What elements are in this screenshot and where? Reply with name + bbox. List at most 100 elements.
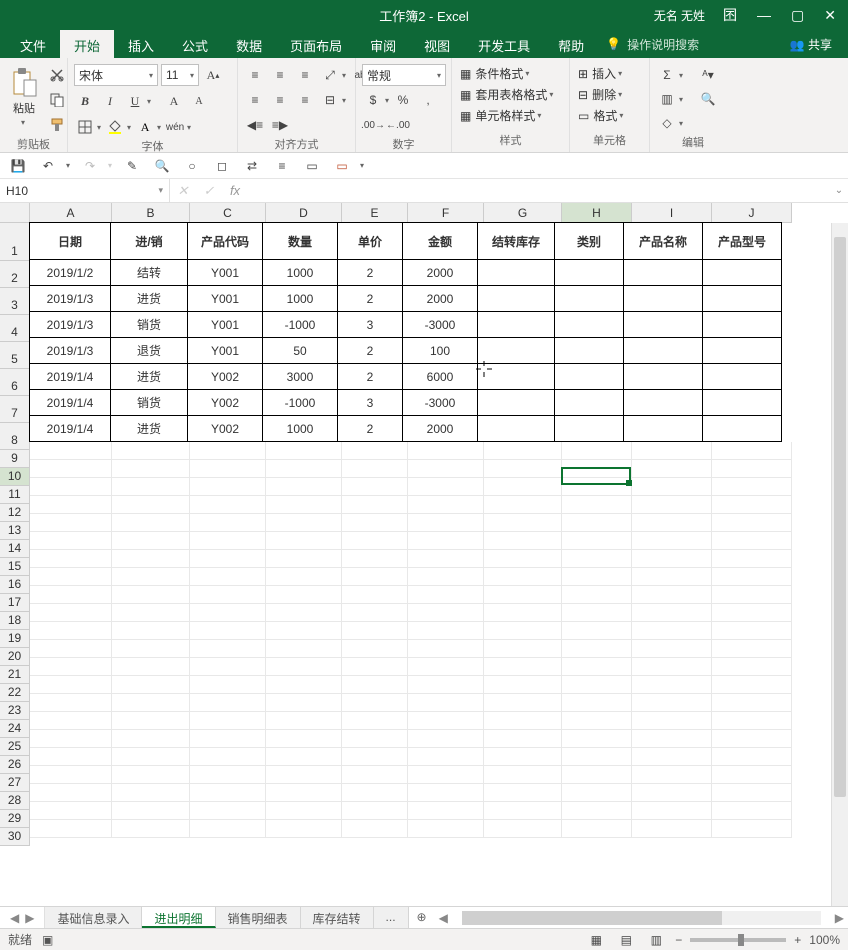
column-header[interactable]: C [190,203,266,223]
cell[interactable] [190,730,266,748]
cell[interactable] [623,311,703,338]
decrease-decimal-button[interactable]: ←.00 [387,114,409,136]
expand-formula-bar-button[interactable]: ⌄ [830,185,848,196]
cell[interactable] [266,478,342,496]
cell[interactable] [712,442,792,460]
fx-button[interactable]: fx [222,183,248,198]
qat-button-5[interactable]: ⇄ [242,156,262,176]
cell[interactable] [30,730,112,748]
cell[interactable] [408,622,484,640]
row-header[interactable]: 26 [0,756,30,774]
cell[interactable]: 产品代码 [187,222,263,260]
accounting-button[interactable]: $ [362,89,384,111]
cell[interactable]: 3 [337,311,403,338]
ribbon-tab[interactable]: 审阅 [356,30,410,58]
cell[interactable] [554,311,624,338]
minimize-icon[interactable]: — [749,3,779,27]
undo-button[interactable]: ↶ [38,156,58,176]
cell[interactable] [484,604,562,622]
user-name[interactable]: 无名 无姓 [648,3,711,28]
cell[interactable] [712,568,792,586]
cell[interactable] [112,442,190,460]
cell[interactable]: 金额 [402,222,478,260]
scroll-left-icon[interactable]: ◀ [439,911,448,925]
row-header[interactable]: 28 [0,792,30,810]
cell[interactable] [632,514,712,532]
row-header[interactable]: 21 [0,666,30,684]
cell[interactable]: 2000 [402,259,478,286]
cell[interactable] [190,694,266,712]
cell[interactable] [190,532,266,550]
horizontal-scrollbar[interactable]: ◀ ▶ [435,907,848,928]
cell[interactable] [408,604,484,622]
cell[interactable] [30,802,112,820]
cell[interactable] [712,622,792,640]
column-header[interactable]: A [30,203,112,223]
row-header[interactable]: 29 [0,810,30,828]
cell[interactable] [702,337,782,364]
cell[interactable] [342,730,408,748]
clear-button[interactable]: ◇ [656,112,678,134]
cell[interactable] [712,748,792,766]
cell[interactable] [190,442,266,460]
sheet-tab[interactable]: 销售明细表 [216,907,301,928]
cell[interactable]: 50 [262,337,338,364]
cell[interactable] [702,389,782,416]
cell[interactable] [342,658,408,676]
cell[interactable] [562,784,632,802]
cell[interactable] [562,694,632,712]
format-table-button[interactable]: ▦套用表格格式▾ [458,85,555,104]
cell[interactable] [554,337,624,364]
cell[interactable]: Y002 [187,389,263,416]
ribbon-tab[interactable]: 开发工具 [464,30,544,58]
cell[interactable] [623,285,703,312]
cell[interactable] [408,658,484,676]
cell[interactable] [30,622,112,640]
cell[interactable] [30,550,112,568]
align-top-button[interactable]: ≡ [244,64,266,86]
cell[interactable] [562,604,632,622]
row-header[interactable]: 24 [0,720,30,738]
cell[interactable] [30,784,112,802]
row-header[interactable]: 4 [0,315,30,342]
add-sheet-button[interactable]: ⊕ [409,907,435,928]
cell[interactable] [408,712,484,730]
cell[interactable] [484,460,562,478]
cell[interactable] [623,259,703,286]
row-header[interactable]: 27 [0,774,30,792]
cell[interactable] [712,676,792,694]
increase-font-button[interactable]: A▴ [202,64,224,86]
cell[interactable] [190,622,266,640]
cell[interactable]: -1000 [262,389,338,416]
cell[interactable] [632,640,712,658]
cell[interactable] [30,658,112,676]
cell[interactable] [112,820,190,838]
cell[interactable] [30,442,112,460]
sheet-tab[interactable]: 库存结转 [301,907,374,928]
cell[interactable] [477,337,555,364]
cell[interactable] [112,496,190,514]
cell[interactable] [562,514,632,532]
row-header[interactable]: 14 [0,540,30,558]
cell[interactable] [30,586,112,604]
cell[interactable] [562,478,632,496]
cell[interactable] [484,730,562,748]
row-header[interactable]: 22 [0,684,30,702]
cell[interactable]: Y002 [187,415,263,442]
spreadsheet-grid[interactable]: ABCDEFGHIJ 12345678910111213141516171819… [0,203,848,906]
cell[interactable] [562,496,632,514]
cell[interactable] [30,748,112,766]
cell-styles-button[interactable]: ▦单元格样式▾ [458,106,543,125]
cell[interactable] [190,820,266,838]
row-header[interactable]: 30 [0,828,30,846]
cell[interactable] [484,478,562,496]
cell[interactable] [484,694,562,712]
cell[interactable] [408,568,484,586]
row-header[interactable]: 7 [0,396,30,423]
cell[interactable] [266,604,342,622]
cell[interactable]: Y001 [187,337,263,364]
align-center-button[interactable]: ≡ [269,89,291,111]
cell[interactable] [112,586,190,604]
cell[interactable] [190,784,266,802]
row-header[interactable]: 9 [0,450,30,468]
